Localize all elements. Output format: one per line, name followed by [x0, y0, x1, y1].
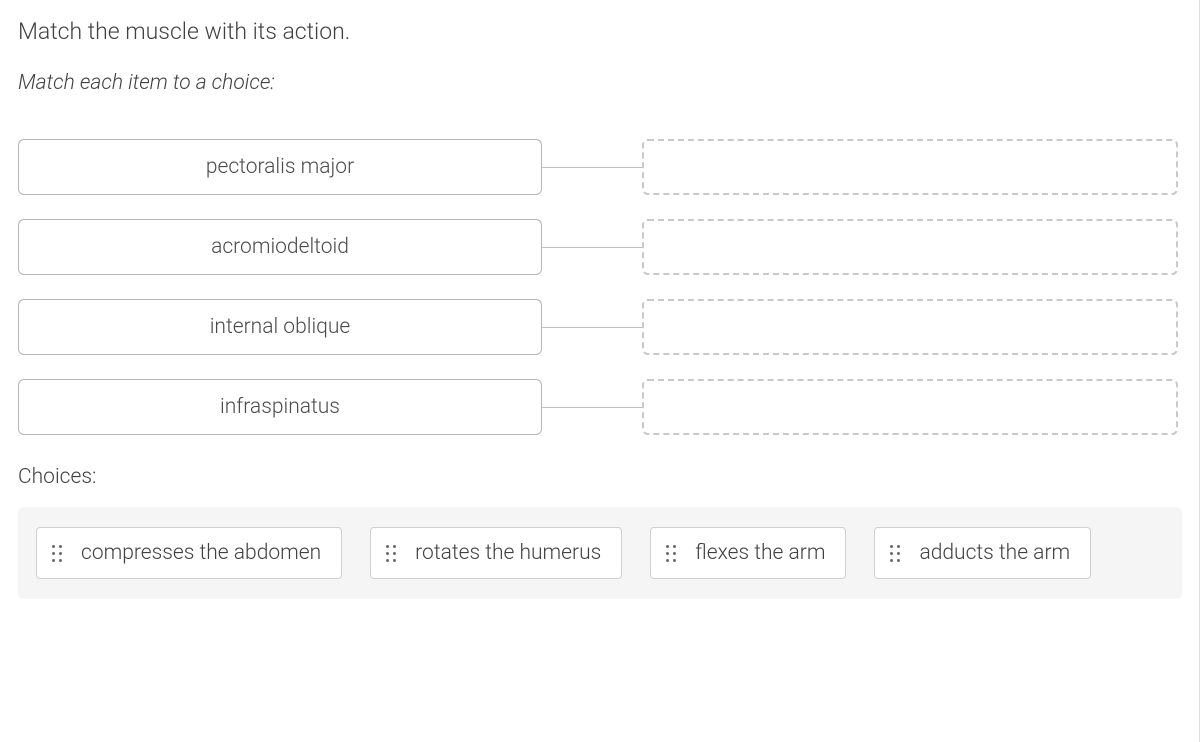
drop-target-4[interactable]	[642, 379, 1178, 435]
match-row: acromiodeltoid	[18, 219, 1182, 275]
connector-line	[542, 407, 642, 408]
choice-flexes-the-arm[interactable]: flexes the arm	[650, 527, 846, 579]
connector-line	[542, 247, 642, 248]
choice-compresses-the-abdomen[interactable]: compresses the abdomen	[36, 527, 342, 579]
choice-rotates-the-humerus[interactable]: rotates the humerus	[370, 527, 622, 579]
choice-label: flexes the arm	[695, 541, 825, 565]
choice-label: adducts the arm	[919, 541, 1070, 565]
drop-target-3[interactable]	[642, 299, 1178, 355]
choices-tray: compresses the abdomen rotates the humer…	[18, 507, 1182, 599]
choice-adducts-the-arm[interactable]: adducts the arm	[874, 527, 1091, 579]
drag-handle-icon	[51, 544, 63, 562]
connector-line	[542, 327, 642, 328]
prompt-internal-oblique: internal oblique	[18, 299, 542, 355]
match-area: pectoralis major acromiodeltoid internal…	[18, 139, 1182, 435]
connector-line	[542, 167, 642, 168]
prompt-pectoralis-major: pectoralis major	[18, 139, 542, 195]
match-row: infraspinatus	[18, 379, 1182, 435]
drop-target-1[interactable]	[642, 139, 1178, 195]
choice-label: rotates the humerus	[415, 541, 601, 565]
choice-label: compresses the abdomen	[81, 541, 321, 565]
match-row: internal oblique	[18, 299, 1182, 355]
drop-target-2[interactable]	[642, 219, 1178, 275]
match-row: pectoralis major	[18, 139, 1182, 195]
prompt-infraspinatus: infraspinatus	[18, 379, 542, 435]
choices-label: Choices:	[18, 465, 1182, 489]
drag-handle-icon	[665, 544, 677, 562]
prompt-acromiodeltoid: acromiodeltoid	[18, 219, 542, 275]
drag-handle-icon	[889, 544, 901, 562]
question-title: Match the muscle with its action.	[18, 18, 1182, 45]
drag-handle-icon	[385, 544, 397, 562]
question-instruction: Match each item to a choice:	[18, 71, 1182, 95]
